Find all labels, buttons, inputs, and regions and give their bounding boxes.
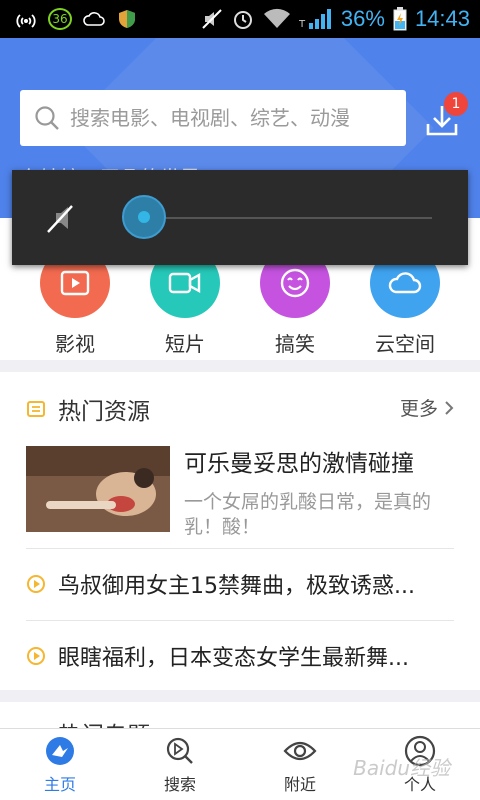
search-icon <box>35 106 59 130</box>
more-link[interactable]: 更多 <box>400 394 454 421</box>
play-circle-icon <box>27 575 45 593</box>
battery-icon <box>393 7 407 31</box>
svg-text:T: T <box>299 19 306 30</box>
weather-icon <box>83 12 105 26</box>
signal-icon: T <box>299 9 331 30</box>
featured-thumbnail <box>26 446 170 532</box>
category-label: 云空间 <box>375 332 435 356</box>
list-item[interactable]: 眼瞎福利，日本变态女学生最新舞... <box>26 636 456 676</box>
nav-label: 附近 <box>283 774 316 794</box>
nav-home[interactable]: 主页 <box>0 729 120 800</box>
featured-title: 可乐曼妥思的激情碰撞 <box>184 451 414 477</box>
featured-item[interactable]: 可乐曼妥思的激情碰撞 一个女屌的乳酸日常，是真的乳！酸！ <box>26 446 454 538</box>
speaker-muted-icon <box>47 205 73 233</box>
more-label: 更多 <box>399 398 438 420</box>
status-bar: 36 T 36% 14:43 <box>0 0 480 38</box>
search-bar[interactable] <box>20 90 406 146</box>
watermark: Baidu经验 <box>353 756 450 780</box>
list-item[interactable]: 鸟叔御用女主15禁舞曲，极致诱惑... <box>26 564 456 604</box>
battery-percentage: 36% <box>340 6 385 31</box>
wifi-icon <box>263 8 290 28</box>
divider <box>26 620 454 621</box>
section-title: 热门资源 <box>58 399 150 425</box>
nav-search[interactable]: 搜索 <box>120 729 240 800</box>
play-circle-icon <box>27 647 45 665</box>
chevron-right-icon <box>445 400 454 415</box>
divider <box>26 548 454 549</box>
list-icon <box>27 401 45 417</box>
alarm-icon <box>233 11 252 29</box>
hot-resources-section: 热门资源 更多 可乐曼妥思的激情碰撞 一个女屌的乳酸日常，是真的乳！酸！ 鸟叔御… <box>0 372 480 690</box>
search-input[interactable] <box>70 106 390 130</box>
volume-overlay <box>12 170 468 265</box>
nav-label: 主页 <box>43 774 76 794</box>
featured-description: 一个女屌的乳酸日常，是真的乳！酸！ <box>184 491 432 538</box>
notification-count-badge: 36 <box>48 8 72 30</box>
category-label: 搞笑 <box>275 332 315 356</box>
wifi-hotspot-icon <box>16 14 36 28</box>
list-item-title: 眼瞎福利，日本变态女学生最新舞... <box>58 646 409 671</box>
eye-icon <box>283 741 317 760</box>
section-header: 热门资源 <box>26 392 150 426</box>
volume-track[interactable] <box>142 217 432 219</box>
mute-icon <box>202 9 222 29</box>
nav-label: 搜索 <box>163 774 196 794</box>
home-bird-icon <box>46 736 74 765</box>
nav-nearby[interactable]: 附近 <box>240 729 360 800</box>
list-item-title: 鸟叔御用女主15禁舞曲，极致诱惑... <box>58 574 415 599</box>
download-badge: 1 <box>444 92 468 116</box>
category-label: 影视 <box>55 332 95 356</box>
clock: 14:43 <box>414 6 470 31</box>
search-play-icon <box>166 737 193 764</box>
shield-icon <box>119 10 135 28</box>
category-label: 短片 <box>165 332 205 356</box>
volume-slider-thumb[interactable] <box>122 195 166 239</box>
